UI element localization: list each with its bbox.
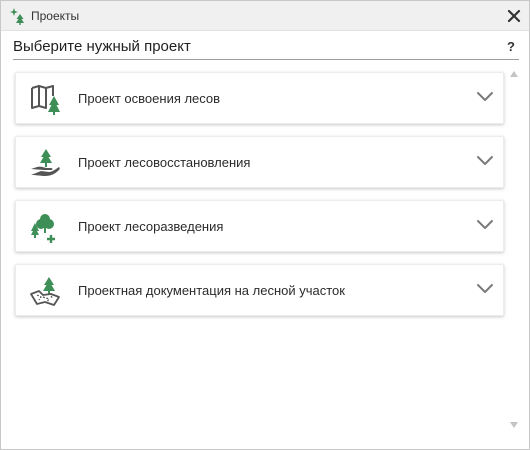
hand-tree-icon [31, 149, 60, 176]
help-button[interactable]: ? [507, 39, 515, 54]
scroll-up-arrow[interactable] [509, 69, 519, 79]
chevron-down-icon[interactable] [476, 282, 494, 294]
title-bar: Проекты [1, 1, 529, 31]
chevron-down-icon[interactable] [476, 154, 494, 166]
project-label: Проект лесоразведения [78, 219, 224, 234]
project-card-afforestation[interactable]: Проект лесоразведения [15, 200, 504, 252]
project-card-reforestation[interactable]: Проект лесовосстановления [15, 136, 504, 188]
project-card-forest-development[interactable]: Проект освоения лесов [15, 72, 504, 124]
forest-sparkle-icon [10, 8, 24, 25]
project-label: Проект освоения лесов [78, 91, 221, 106]
page-header: Выберите нужный проект ? [13, 37, 519, 60]
trees-plus-icon [31, 214, 55, 243]
project-list: Проект освоения лесов Проект лесовосстан… [15, 72, 504, 328]
scroll-down-arrow[interactable] [509, 420, 519, 430]
project-label: Проектная документация на лесной участок [78, 283, 345, 298]
chevron-down-icon[interactable] [476, 90, 494, 102]
land-plot-tree-icon [30, 277, 60, 306]
projects-window: Проекты Выберите нужный проект ? Проект … [0, 0, 530, 450]
page-title: Выберите нужный проект [13, 38, 191, 55]
map-tree-icon [31, 85, 60, 115]
chevron-down-icon[interactable] [476, 218, 494, 230]
window-title: Проекты [31, 9, 80, 23]
close-icon[interactable] [505, 7, 523, 25]
project-label: Проект лесовосстановления [78, 155, 251, 170]
project-card-land-plot-documentation[interactable]: Проектная документация на лесной участок [15, 264, 504, 316]
